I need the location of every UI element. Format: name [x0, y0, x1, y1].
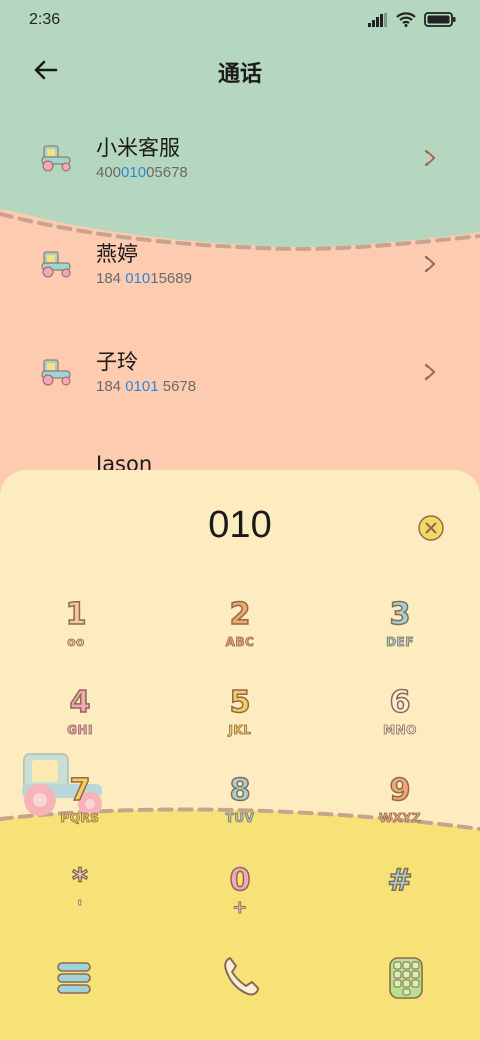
signal-icon [368, 12, 387, 27]
wifi-icon [396, 12, 416, 27]
tractor-icon [41, 251, 71, 278]
key-4[interactable]: 4 GHI [20, 685, 140, 766]
key-8[interactable]: 8 TUV [180, 773, 300, 854]
key-0[interactable]: 0 + [180, 863, 300, 944]
status-bar: 2:36 [0, 0, 480, 42]
contact-row[interactable]: 子玲 184 0101 5678 [0, 330, 480, 420]
chevron-right-icon [424, 149, 436, 167]
contact-row[interactable]: 小米客服 40001005678 [0, 116, 480, 206]
chevron-right-icon [424, 255, 436, 273]
key-letters: PQRS [60, 811, 100, 826]
key-letters: GHI [67, 723, 93, 738]
menu-icon[interactable] [44, 948, 104, 1008]
contact-name: 小米客服 [96, 136, 180, 160]
key-digit: # [387, 863, 414, 899]
contact-row[interactable]: 燕婷 184 01015689 [0, 222, 480, 312]
matched-digits: 0101 [125, 378, 159, 395]
key-letters: DEF [386, 635, 414, 650]
key-digit: 9 [389, 773, 411, 809]
key-digit: 2 [229, 597, 251, 633]
key-digit: 4 [69, 685, 91, 721]
key-digit: 6 [389, 685, 411, 721]
key-6[interactable]: 6 MNO [340, 685, 460, 766]
key-1[interactable]: 1 oo [16, 597, 136, 678]
page-title: 通话 [217, 62, 262, 87]
clear-input-icon[interactable] [417, 514, 445, 542]
dialpad-sheet: 010 1 oo 2 ABC 3 DEF 4 GHI 5 JKL 6 MNO 7… [0, 470, 480, 1040]
key-letters: ' [76, 897, 83, 918]
contact-number: 184 0101 5678 [96, 378, 197, 395]
call-icon[interactable] [210, 946, 270, 1006]
dial-input[interactable]: 010 [0, 504, 480, 547]
contact-number: 184 01015689 [96, 270, 192, 287]
key-2[interactable]: 2 ABC [180, 597, 300, 678]
key-digit: 0 [229, 863, 251, 899]
key-5[interactable]: 5 JKL [180, 685, 300, 766]
key-letters: WXYZ [379, 811, 421, 826]
key-digit: 7 [69, 773, 91, 809]
status-time: 2:36 [29, 11, 61, 28]
key-letters: ABC [225, 635, 255, 650]
key-digit: 5 [229, 685, 251, 721]
contact-name: 燕婷 [96, 242, 138, 266]
chevron-right-icon [424, 363, 436, 381]
contact-name: 子玲 [96, 350, 138, 374]
battery-icon [424, 12, 456, 27]
key-letters: JKL [228, 723, 252, 738]
key-7[interactable]: 7 PQRS [20, 773, 140, 854]
key-letters: TUV [225, 811, 255, 826]
tractor-icon [41, 359, 71, 386]
key-digit: 3 [389, 597, 411, 633]
key-hash[interactable]: # [340, 863, 460, 944]
dialpad-toggle-icon[interactable] [376, 948, 436, 1008]
key-9[interactable]: 9 WXYZ [340, 773, 460, 854]
contact-number: 40001005678 [96, 164, 188, 181]
matched-digits: 010 [125, 270, 151, 287]
key-letters: + [232, 897, 248, 918]
key-digit: 1 [65, 597, 87, 633]
key-digit: 8 [229, 773, 251, 809]
tractor-icon [41, 145, 71, 172]
key-digit: * [71, 863, 88, 899]
key-3[interactable]: 3 DEF [340, 597, 460, 678]
key-star[interactable]: * ' [20, 863, 140, 944]
key-letters: MNO [383, 723, 417, 738]
key-letters: oo [67, 635, 85, 650]
matched-digits: 010 [121, 164, 147, 181]
header: 通话 [0, 44, 480, 96]
